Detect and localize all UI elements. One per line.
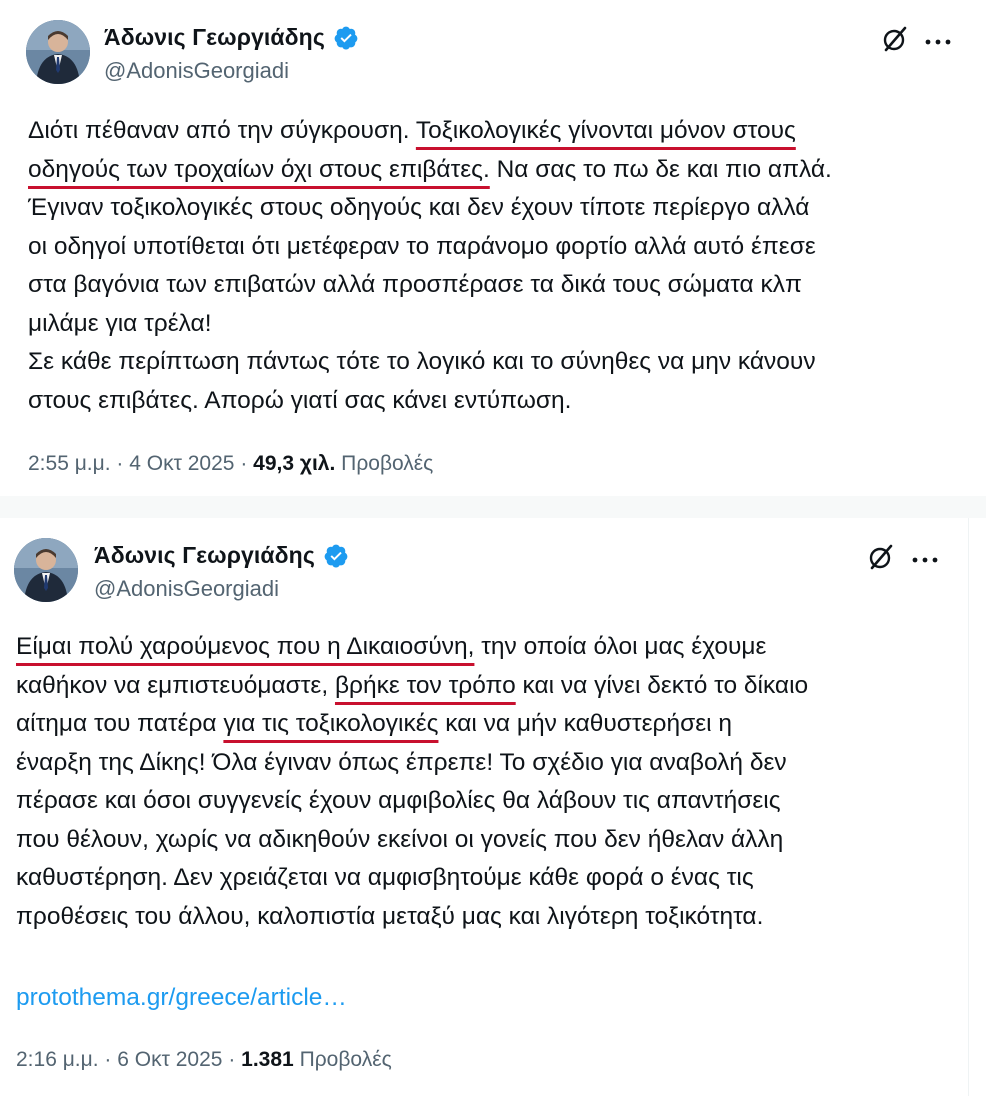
highlighted-phrase: Είμαι πολύ χαρούμενος που η Δικαιοσύνη,	[16, 633, 475, 660]
separator: ·	[228, 1048, 236, 1071]
author-name-row: Άδωνις Γεωργιάδης	[104, 24, 359, 51]
text-line: πέρασε και όσοι συγγενείς έχουν αμφιβολί…	[16, 782, 808, 821]
text-segment: που θέλουν, χωρίς να αδικηθούν εκείνοι ο…	[16, 825, 784, 853]
separator: ·	[240, 452, 248, 475]
verified-badge-icon	[324, 544, 348, 567]
text-line: που θέλουν, χωρίς να αδικηθούν εκείνοι ο…	[16, 821, 808, 860]
text-segment: αίτημα του πατέρα	[16, 710, 224, 737]
grok-icon[interactable]	[866, 542, 896, 577]
text-line: καθήκον να εμπιστευόμαστε, βρήκε τον τρό…	[16, 667, 808, 706]
separator: ·	[116, 452, 124, 475]
display-name[interactable]: Άδωνις Γεωργιάδης	[104, 24, 325, 51]
views-count[interactable]: 49,3 χιλ.	[253, 452, 335, 475]
text-segment: έναρξη της Δίκης! Όλα έγιναν όπως έπρεπε…	[16, 748, 787, 776]
text-line: οδηγούς των τροχαίων όχι στους επιβάτες.…	[28, 151, 832, 190]
highlighted-phrase: Τοξικολογικές γίνονται μόνον στους	[415, 117, 796, 144]
text-segment: οι οδηγοί υποτίθεται ότι μετέφεραν το πα…	[28, 232, 816, 260]
text-segment: προθέσεις του άλλου, καλοπιστία μεταξύ μ…	[16, 902, 764, 930]
text-line: Είμαι πολύ χαρούμενος που η Δικαιοσύνη, …	[16, 628, 808, 667]
highlighted-phrase: βρήκε τον τρόπο	[334, 671, 516, 699]
text-segment: και να μήν καθυστερήσει η	[438, 710, 732, 737]
tweet-date[interactable]: 6 Οκτ 2025	[117, 1048, 222, 1071]
text-segment: καθυστέρηση. Δεν χρειάζεται να αμφισβητο…	[16, 864, 754, 891]
tweet-time[interactable]: 2:16 μ.μ.	[16, 1048, 99, 1071]
text-line: στα βαγόνια των επιβατών αλλά προσπέρασε…	[28, 266, 832, 305]
tweet-meta: 2:55 μ.μ. · 4 Οκτ 2025 · 49,3 χιλ. Προβο…	[28, 452, 433, 476]
text-segment: καθήκον να εμπιστευόμαστε,	[16, 671, 335, 699]
text-segment: πέρασε και όσοι συγγενείς έχουν αμφιβολί…	[16, 787, 781, 814]
text-line: στους επιβάτες. Απορώ γιατί σας κάνει εν…	[28, 382, 832, 421]
tweet-separator	[0, 496, 986, 518]
text-segment: Σε κάθε περίπτωση πάντως τότε το λογικό …	[28, 348, 816, 375]
tweet-time[interactable]: 2:55 μ.μ.	[28, 452, 111, 475]
text-line: αίτημα του πατέρα για τις τοξικολογικές …	[16, 705, 808, 744]
tweet-text: Διότι πέθαναν από την σύγκρουση. Τοξικολ…	[28, 112, 832, 420]
text-line: Έγιναν τοξικολογικές στους οδηγούς και δ…	[28, 189, 832, 228]
text-line: προθέσεις του άλλου, καλοπιστία μεταξύ μ…	[16, 898, 808, 937]
avatar[interactable]	[26, 20, 90, 84]
text-segment: μιλάμε για τρέλα!	[28, 309, 212, 337]
highlighted-phrase: για τις τοξικολογικές	[223, 710, 439, 737]
text-segment: στους επιβάτες. Απορώ γιατί σας κάνει εν…	[28, 386, 572, 414]
text-segment: και να γίνει δεκτό το δίκαιο	[515, 671, 809, 699]
text-segment: Διότι πέθαναν από την σύγκρουση.	[28, 117, 416, 144]
text-line: έναρξη της Δίκης! Όλα έγιναν όπως έπρεπε…	[16, 744, 808, 783]
display-name[interactable]: Άδωνις Γεωργιάδης	[94, 542, 315, 569]
text-line: οι οδηγοί υποτίθεται ότι μετέφεραν το πα…	[28, 228, 832, 267]
verified-badge-icon	[334, 26, 358, 49]
text-segment: Έγιναν τοξικολογικές στους οδηγούς και δ…	[28, 194, 810, 221]
views-label: Προβολές	[299, 1048, 392, 1071]
views-label: Προβολές	[341, 452, 434, 475]
tweet-meta: 2:16 μ.μ. · 6 Οκτ 2025 · 1.381 Προβολές	[16, 1048, 392, 1072]
tweet-card: Άδωνις Γεωργιάδης @AdonisGeorgiadi Είμαι…	[0, 518, 969, 1096]
article-link[interactable]: protothema.gr/greece/article…	[16, 984, 347, 1012]
separator: ·	[104, 1048, 112, 1071]
tweet-date[interactable]: 4 Οκτ 2025	[129, 452, 234, 475]
text-segment: στα βαγόνια των επιβατών αλλά προσπέρασε…	[28, 271, 802, 298]
views-count[interactable]: 1.381	[241, 1048, 294, 1071]
text-segment: την οποία όλοι μας έχουμε	[474, 633, 767, 660]
text-line: Σε κάθε περίπτωση πάντως τότε το λογικό …	[28, 343, 832, 382]
avatar[interactable]	[14, 538, 78, 602]
text-segment: Να σας το πω δε και πιο απλά.	[489, 155, 832, 183]
text-line: καθυστέρηση. Δεν χρειάζεται να αμφισβητο…	[16, 859, 808, 898]
more-options-icon[interactable]	[923, 34, 953, 52]
author-name-row: Άδωνις Γεωργιάδης	[94, 542, 349, 569]
grok-icon[interactable]	[880, 24, 910, 59]
tweet-text: Είμαι πολύ χαρούμενος που η Δικαιοσύνη, …	[16, 628, 808, 936]
author-handle[interactable]: @AdonisGeorgiadi	[104, 58, 289, 84]
more-options-icon[interactable]	[910, 552, 940, 570]
text-line: Διότι πέθαναν από την σύγκρουση. Τοξικολ…	[28, 112, 832, 151]
text-line: μιλάμε για τρέλα!	[28, 305, 832, 344]
tweet-card: Άδωνις Γεωργιάδης @AdonisGeorgiadi Διότι…	[0, 0, 986, 496]
highlighted-phrase: οδηγούς των τροχαίων όχι στους επιβάτες.	[28, 155, 490, 183]
author-handle[interactable]: @AdonisGeorgiadi	[94, 576, 279, 602]
